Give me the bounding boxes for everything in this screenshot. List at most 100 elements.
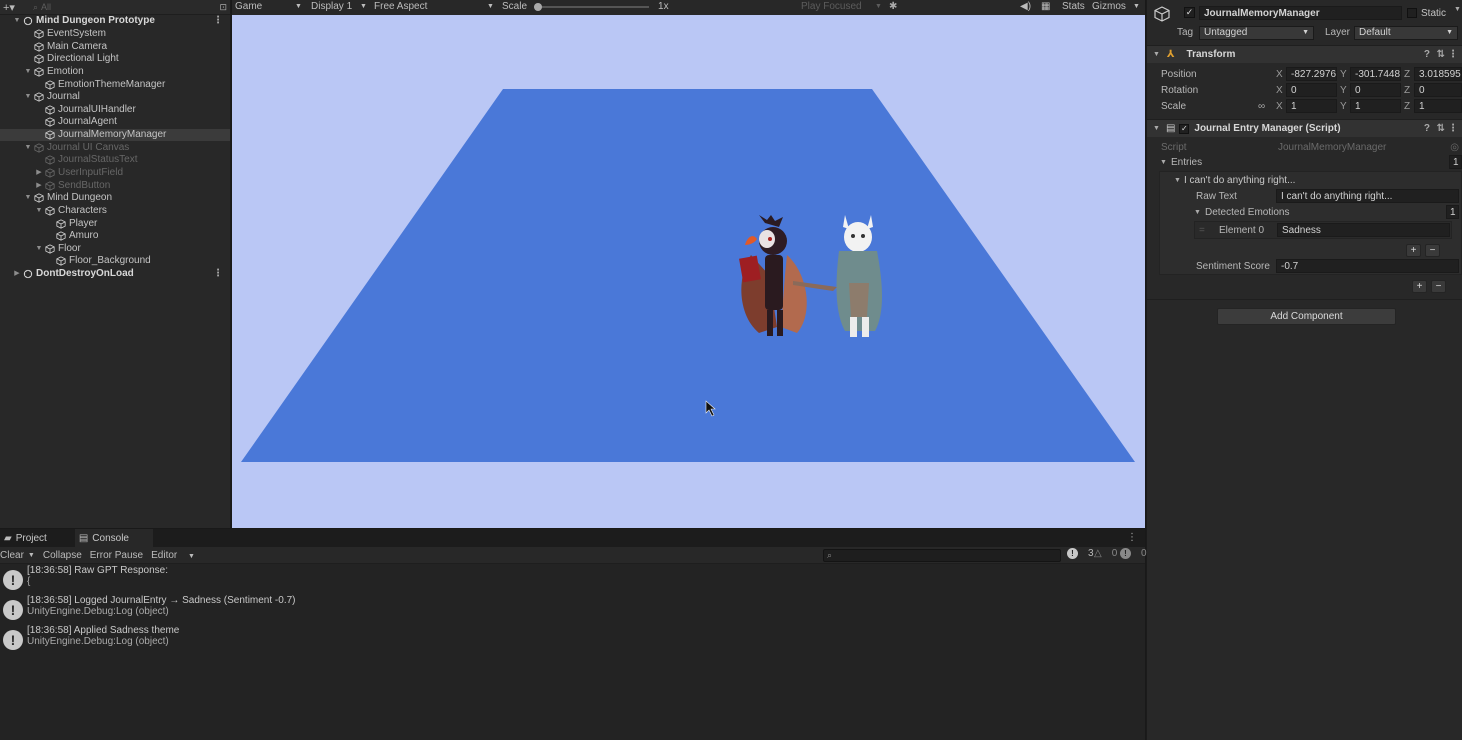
detected-count-field[interactable]: 1 bbox=[1446, 205, 1459, 219]
preset-icon[interactable]: ⇅ bbox=[1437, 123, 1445, 134]
collapse-button[interactable]: Collapse bbox=[43, 550, 82, 561]
fold-arrow-icon[interactable]: ▼ bbox=[23, 66, 33, 78]
entries-row[interactable]: ▼ Entries 1 bbox=[1147, 155, 1462, 169]
hierarchy-item[interactable]: Floor_Background bbox=[0, 255, 230, 268]
remove-element-button[interactable]: − bbox=[1425, 243, 1440, 257]
scale-x-field[interactable]: 1 bbox=[1286, 99, 1337, 113]
chevron-down-icon[interactable]: ▼ bbox=[28, 552, 35, 559]
add-object-button[interactable]: +▾ bbox=[3, 1, 15, 14]
add-entry-button[interactable]: + bbox=[1412, 279, 1427, 293]
hierarchy-item[interactable]: Main Camera bbox=[0, 40, 230, 53]
aspect-dropdown[interactable]: Free Aspect ▼ bbox=[374, 1, 494, 12]
console-log-entry[interactable]: ! [18:36:58] Raw GPT Response:{ bbox=[0, 565, 1145, 595]
transform-header[interactable]: ▼ ⅄ Transform ? ⇅ ⋮ bbox=[1147, 45, 1462, 63]
hierarchy-item[interactable]: Directional Light bbox=[0, 53, 230, 66]
hierarchy-item[interactable]: ▶ UserInputField bbox=[0, 167, 230, 180]
hierarchy-item[interactable]: Amuro bbox=[0, 230, 230, 243]
hierarchy-item[interactable]: JournalAgent bbox=[0, 116, 230, 129]
game-view-dropdown[interactable]: Game ▼ bbox=[235, 1, 302, 12]
hierarchy-lock-icon[interactable]: ⊡ bbox=[219, 2, 227, 13]
link-icon[interactable]: ∞ bbox=[1258, 101, 1265, 112]
scale-z-field[interactable]: 1 bbox=[1414, 99, 1462, 113]
active-checkbox[interactable]: ✓ bbox=[1184, 7, 1195, 18]
fold-arrow-icon[interactable]: ▼ bbox=[34, 205, 44, 217]
position-x-field[interactable]: -827.2976 bbox=[1286, 67, 1337, 81]
entry-0-row[interactable]: ▼ I can't do anything right... bbox=[1147, 173, 1462, 187]
audio-icon[interactable]: ◀) bbox=[1020, 1, 1031, 12]
fold-arrow-icon[interactable]: ▼ bbox=[23, 91, 33, 103]
help-icon[interactable]: ? bbox=[1424, 49, 1430, 60]
fold-arrow-icon[interactable]: ▼ bbox=[34, 243, 44, 255]
hierarchy-item[interactable]: EventSystem bbox=[0, 28, 230, 41]
play-focused-dropdown[interactable]: Play Focused ▼ bbox=[801, 1, 882, 12]
hierarchy-item[interactable]: ▼ Mind Dungeon bbox=[0, 192, 230, 205]
hierarchy-item[interactable]: ▼ Characters bbox=[0, 205, 230, 218]
preset-icon[interactable]: ⇅ bbox=[1437, 49, 1445, 60]
hierarchy-item[interactable]: Player bbox=[0, 217, 230, 230]
kebab-icon[interactable]: ⋮ bbox=[1127, 532, 1137, 543]
add-component-button[interactable]: Add Component bbox=[1217, 308, 1396, 325]
static-checkbox[interactable] bbox=[1407, 8, 1417, 18]
kebab-icon[interactable]: ⋮ bbox=[213, 268, 223, 280]
stats-button[interactable]: Stats bbox=[1062, 1, 1085, 12]
rotation-y-field[interactable]: 0 bbox=[1350, 83, 1401, 97]
help-icon[interactable]: ? bbox=[1424, 123, 1430, 134]
hierarchy-item[interactable]: JournalMemoryManager bbox=[0, 128, 230, 142]
component-enabled-checkbox[interactable]: ✓ bbox=[1179, 123, 1190, 134]
console-search-input[interactable]: ⌕ bbox=[823, 549, 1061, 562]
position-z-field[interactable]: 3.018595 bbox=[1414, 67, 1462, 81]
hierarchy-item[interactable]: ▶ DontDestroyOnLoad ⋮ bbox=[0, 268, 230, 281]
drag-handle-icon[interactable]: = bbox=[1199, 225, 1205, 236]
gizmos-dropdown[interactable]: Gizmos ▼ bbox=[1092, 1, 1140, 12]
fold-arrow-icon[interactable]: ▼ bbox=[12, 15, 22, 27]
hierarchy-item[interactable]: ▼ Floor bbox=[0, 243, 230, 256]
scale-slider-thumb[interactable] bbox=[534, 2, 543, 11]
keyboard-icon[interactable]: ▦ bbox=[1041, 1, 1050, 12]
tag-dropdown[interactable]: Untagged ▼ bbox=[1199, 25, 1314, 40]
fold-arrow-icon[interactable]: ▼ bbox=[23, 142, 33, 154]
fold-arrow-icon[interactable]: ▶ bbox=[34, 180, 44, 192]
detected-emotions-row[interactable]: ▼ Detected Emotions 1 bbox=[1147, 205, 1462, 219]
hierarchy-item[interactable]: JournalUIHandler bbox=[0, 103, 230, 116]
console-log-entry[interactable]: ! [18:36:58] Logged JournalEntry → Sadnes… bbox=[0, 595, 1145, 625]
fold-arrow-icon[interactable]: ▶ bbox=[34, 167, 44, 179]
fold-arrow-icon[interactable]: ▶ bbox=[12, 268, 22, 280]
remove-entry-button[interactable]: − bbox=[1431, 279, 1446, 293]
console-log-entry[interactable]: ! [18:36:58] Applied Sadness theme UnityEn… bbox=[0, 625, 1145, 655]
tab-project[interactable]: ▰ Project bbox=[0, 529, 55, 547]
rotation-z-field[interactable]: 0 bbox=[1414, 83, 1462, 97]
hierarchy-search-input[interactable]: ⌕ All bbox=[19, 2, 216, 13]
kebab-icon[interactable]: ⋮ bbox=[1448, 49, 1458, 60]
tab-console[interactable]: ▤ Console bbox=[74, 529, 153, 547]
game-view[interactable] bbox=[232, 15, 1145, 528]
error-pause-button[interactable]: Error Pause bbox=[90, 550, 143, 561]
fold-arrow-icon[interactable]: ▼ bbox=[23, 192, 33, 204]
hierarchy-item[interactable]: ▼ Journal bbox=[0, 91, 230, 104]
clear-button[interactable]: Clear bbox=[0, 550, 24, 561]
add-element-button[interactable]: + bbox=[1406, 243, 1421, 257]
kebab-icon[interactable]: ⋮ bbox=[1448, 123, 1458, 134]
bug-icon[interactable]: ✱ bbox=[889, 1, 897, 12]
error-count-toggle[interactable]: ! 0 bbox=[1120, 548, 1155, 559]
hierarchy-item[interactable]: ▼ Journal UI Canvas bbox=[0, 141, 230, 154]
scale-slider[interactable] bbox=[534, 2, 650, 11]
scale-y-field[interactable]: 1 bbox=[1350, 99, 1401, 113]
hierarchy-item[interactable]: JournalStatusText bbox=[0, 154, 230, 167]
hierarchy-item[interactable]: ▼ Emotion bbox=[0, 66, 230, 79]
display-dropdown[interactable]: Display 1 ▼ bbox=[311, 1, 367, 12]
hierarchy-item[interactable]: ▶ SendButton bbox=[0, 179, 230, 192]
chevron-down-icon[interactable]: ▼ bbox=[1454, 6, 1461, 13]
position-y-field[interactable]: -301.7448 bbox=[1350, 67, 1401, 81]
rotation-x-field[interactable]: 0 bbox=[1286, 83, 1337, 97]
element-0-field[interactable]: Sadness bbox=[1277, 223, 1450, 237]
editor-dropdown[interactable]: Editor ▼ bbox=[151, 550, 203, 561]
hierarchy-item[interactable]: ▼ Mind Dungeon Prototype ⋮ bbox=[0, 15, 230, 28]
entries-count-field[interactable]: 1 bbox=[1449, 155, 1462, 169]
object-name-field[interactable]: JournalMemoryManager bbox=[1199, 6, 1402, 20]
sentiment-field[interactable]: -0.7 bbox=[1276, 259, 1459, 273]
raw-text-field[interactable]: I can't do anything right... bbox=[1276, 189, 1459, 203]
layer-dropdown[interactable]: Default ▼ bbox=[1354, 25, 1458, 40]
kebab-icon[interactable]: ⋮ bbox=[213, 15, 223, 27]
script-component-header[interactable]: ▼ ▤ ✓ Journal Entry Manager (Script) ? ⇅… bbox=[1147, 119, 1462, 137]
hierarchy-item[interactable]: EmotionThemeManager bbox=[0, 78, 230, 91]
